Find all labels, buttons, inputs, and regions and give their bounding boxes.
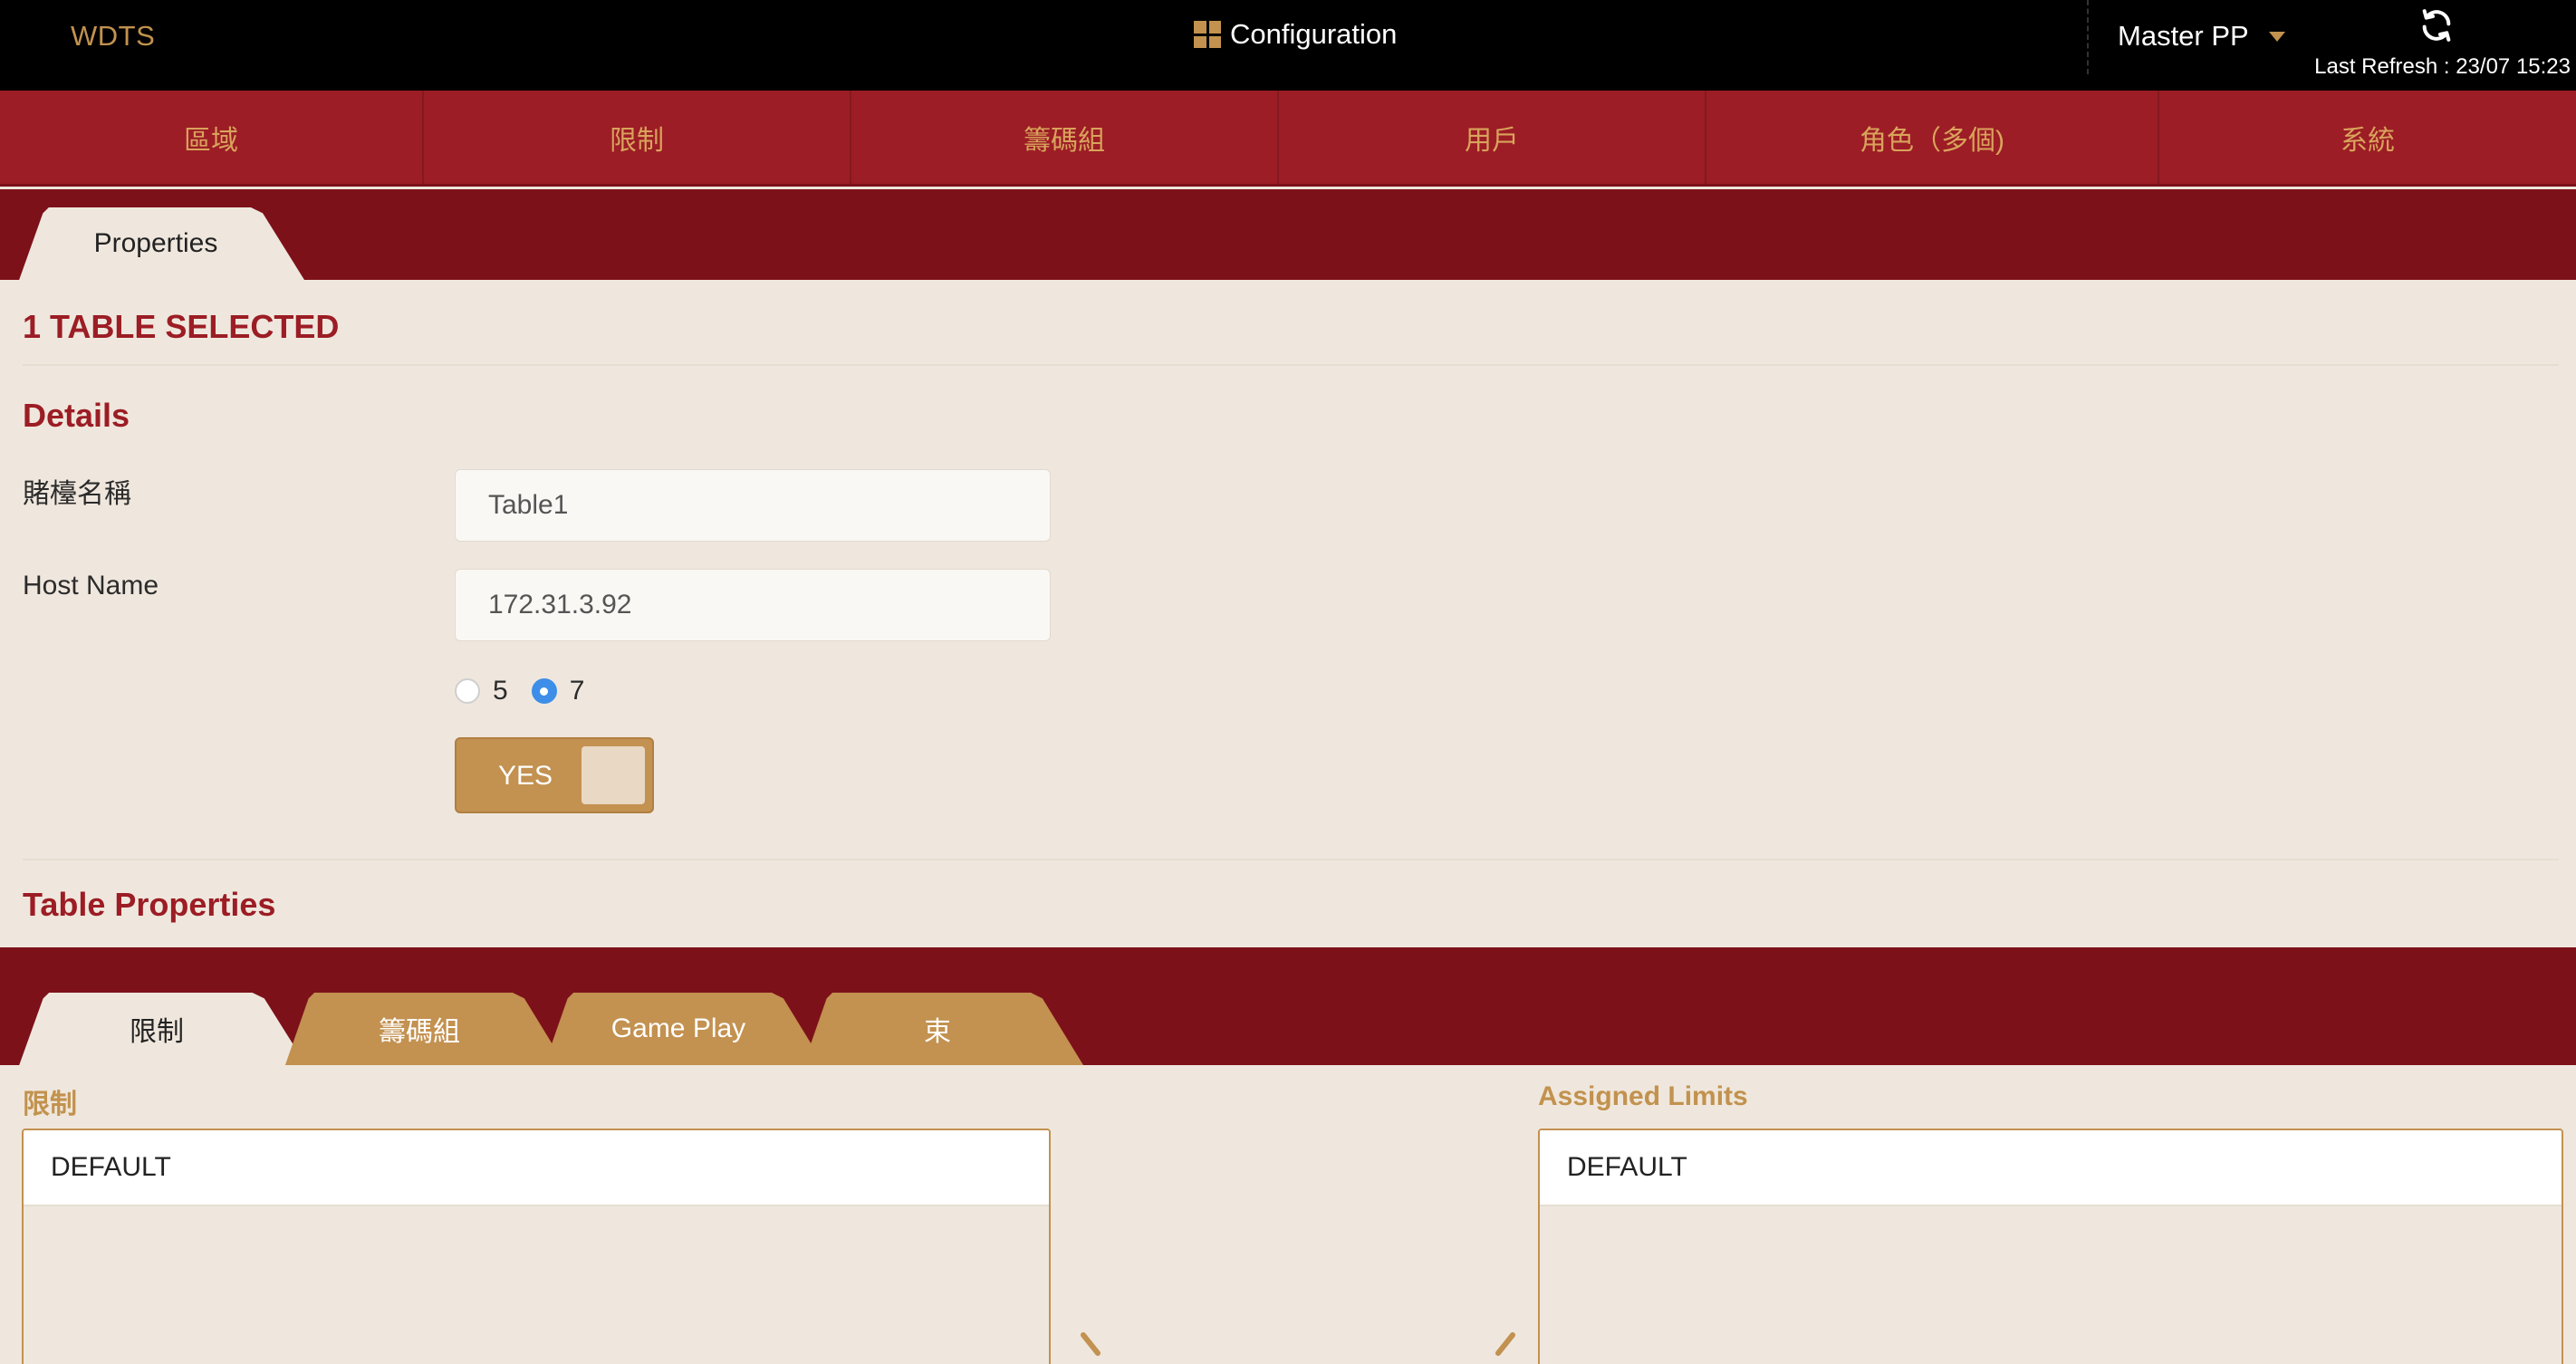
main-nav: 區域 限制 籌碼組 用戶 角色（多個) 系統 [0, 91, 2576, 187]
refresh-icon[interactable] [2418, 7, 2455, 43]
divider [23, 364, 2559, 366]
radio-5[interactable] [455, 678, 480, 704]
assigned-limits-label: Assigned Limits [1538, 1081, 1748, 1111]
host-name-label: Host Name [23, 571, 159, 600]
nav-item-limits[interactable]: 限制 [424, 91, 851, 184]
tab-chip-sets[interactable]: 籌碼組 [284, 993, 565, 1065]
selection-count: 1 TABLE SELECTED [23, 308, 340, 345]
host-name-input[interactable] [455, 569, 1051, 641]
header-divider [2087, 0, 2089, 74]
nav-item-system[interactable]: 系統 [2159, 91, 2576, 184]
radio-5-label: 5 [493, 676, 508, 706]
divider [23, 859, 2559, 860]
app-title-text: Configuration [1230, 18, 1398, 50]
list-item[interactable]: DEFAULT [1540, 1130, 2562, 1206]
details-heading: Details [23, 397, 130, 434]
tab-properties[interactable]: Properties [19, 207, 304, 280]
grid-icon [1194, 21, 1221, 48]
tab-bundle[interactable]: 束 [803, 993, 1083, 1065]
assigned-limits-list: DEFAULT [1538, 1129, 2563, 1364]
move-right-icon[interactable] [1076, 1331, 1112, 1364]
table-name-input[interactable] [455, 469, 1051, 542]
nav-item-chip-sets[interactable]: 籌碼組 [851, 91, 1279, 184]
nav-item-users[interactable]: 用戶 [1279, 91, 1706, 184]
user-menu[interactable]: Master PP [2118, 20, 2285, 53]
available-limits-list: DEFAULT [22, 1129, 1051, 1364]
move-left-icon[interactable] [1484, 1331, 1520, 1364]
tab-game-play[interactable]: Game Play [543, 993, 824, 1065]
toggle-label: YES [498, 761, 553, 791]
nav-item-roles[interactable]: 角色（多個) [1706, 91, 2159, 184]
properties-tab-strip: Properties [0, 189, 2576, 280]
last-refresh-text: Last Refresh : 23/07 15:23 [2314, 54, 2571, 79]
enabled-toggle[interactable]: YES [455, 737, 654, 813]
toggle-knob [582, 746, 645, 804]
table-name-label: 賭檯名稱 [23, 479, 131, 509]
available-limits-label: 限制 [23, 1090, 77, 1119]
nav-item-regions[interactable]: 區域 [0, 91, 424, 184]
app-title: Configuration [1194, 18, 1397, 51]
tab-limits[interactable]: 限制 [19, 993, 306, 1065]
radio-7-label: 7 [569, 676, 585, 706]
table-properties-tab-strip: 限制 籌碼組 Game Play 束 [0, 947, 2576, 1065]
radio-7[interactable] [531, 678, 557, 704]
seat-count-radio-group: 5 7 [455, 676, 608, 706]
top-bar: WDTS Configuration Master PP Last Refres… [0, 0, 2576, 91]
list-item[interactable]: DEFAULT [24, 1130, 1049, 1206]
chevron-down-icon [2268, 31, 2285, 42]
table-properties-heading: Table Properties [23, 886, 276, 923]
brand-logo[interactable]: WDTS [71, 20, 155, 53]
user-name: Master PP [2118, 20, 2249, 52]
